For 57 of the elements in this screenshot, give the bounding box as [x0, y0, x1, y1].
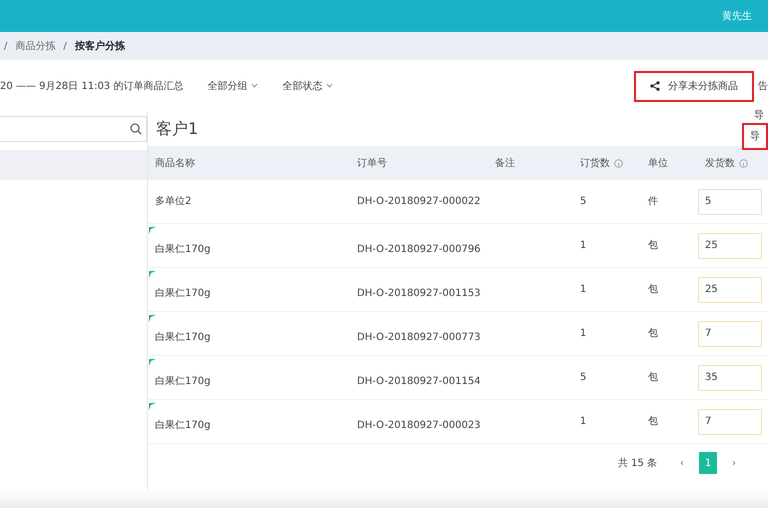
- side-text: 导: [742, 123, 768, 150]
- search-field[interactable]: [0, 116, 147, 142]
- side-text: 导: [754, 109, 765, 123]
- breadcrumb-separator: /: [63, 40, 67, 54]
- order-number: DH-O-20180927-001153: [357, 288, 481, 299]
- quantity-input[interactable]: 35: [698, 364, 762, 390]
- order-quantity: 1: [580, 240, 586, 251]
- search-icon: [130, 123, 142, 135]
- unit: 包: [648, 328, 658, 339]
- order-number: DH-O-20180927-000022: [357, 196, 481, 207]
- total-count: 共 15 条: [618, 456, 657, 470]
- column-header: 单位: [648, 156, 668, 170]
- column-header: 订货数: [580, 156, 610, 170]
- share-icon: [650, 81, 660, 91]
- order-number: DH-O-20180927-000023: [357, 420, 481, 431]
- product-name: 白果仁170g: [155, 244, 210, 255]
- product-name: 白果仁170g: [155, 288, 210, 299]
- quantity-input[interactable]: 7: [698, 320, 762, 346]
- selected-list-item[interactable]: [0, 150, 147, 180]
- share-button[interactable]: 分享未分拣商品: [634, 70, 754, 102]
- unit: 件: [648, 196, 658, 207]
- order-quantity: 1: [580, 416, 586, 427]
- unit: 包: [648, 416, 658, 427]
- quantity-input[interactable]: 25: [698, 232, 762, 258]
- order-number: DH-O-20180927-001154: [357, 376, 481, 387]
- column-header: 发货数: [705, 156, 735, 170]
- quantity-input[interactable]: 25: [698, 276, 762, 302]
- product-name: 白果仁170g: [155, 376, 210, 387]
- breadcrumb-separator: /: [4, 40, 8, 54]
- breadcrumb-item[interactable]: 按客户分拣: [74, 38, 125, 54]
- quantity-input[interactable]: 5: [698, 188, 762, 214]
- info-icon: [614, 158, 623, 168]
- order-quantity: 5: [580, 196, 586, 207]
- customer-name: 客户1: [156, 118, 198, 140]
- summary-text: 20 —— 9月28日 11:03 的订单商品汇总: [0, 80, 184, 94]
- next-page-button[interactable]: ›: [725, 452, 743, 474]
- unit: 包: [648, 240, 658, 251]
- quantity-input[interactable]: 7: [698, 408, 762, 434]
- filter-dropdown[interactable]: 全部状态: [282, 78, 334, 94]
- column-header: 备注: [495, 156, 515, 170]
- product-name: 白果仁170g: [155, 420, 210, 431]
- column-header: 订单号: [357, 156, 387, 170]
- order-quantity: 5: [580, 372, 586, 383]
- filter-dropdown[interactable]: 全部分组: [207, 78, 258, 94]
- order-quantity: 1: [580, 284, 586, 295]
- info-icon: [739, 158, 748, 168]
- order-number: DH-O-20180927-000796: [357, 244, 481, 255]
- product-name: 白果仁170g: [155, 332, 210, 343]
- edge-text: 告: [758, 80, 768, 94]
- order-quantity: 1: [580, 328, 586, 339]
- breadcrumb-item[interactable]: 商品分拣: [15, 38, 56, 54]
- product-name: 多单位2: [155, 196, 192, 207]
- previous-page-button[interactable]: ‹: [673, 452, 691, 474]
- column-header: 商品名称: [155, 156, 195, 170]
- order-number: DH-O-20180927-000773: [357, 332, 481, 343]
- unit: 包: [648, 284, 658, 295]
- unit: 包: [648, 372, 658, 383]
